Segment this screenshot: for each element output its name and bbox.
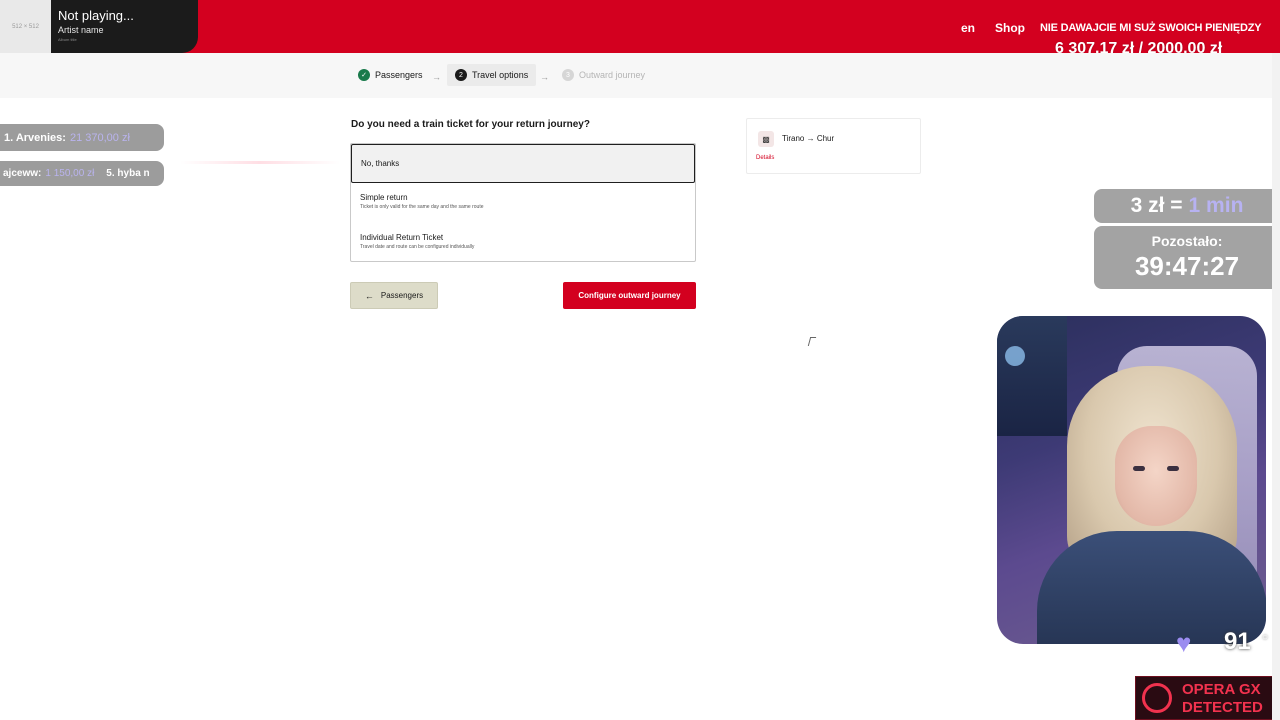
return-journey-question: Do you need a train ticket for your retu… (351, 119, 590, 130)
option-no-thanks[interactable]: No, thanks (351, 144, 695, 183)
language-switch[interactable]: en (961, 21, 975, 35)
opera-gx-badge: OPERA GX DETECTED (1135, 676, 1280, 720)
step-number: 2 (455, 69, 467, 81)
shop-link[interactable]: Shop (995, 21, 1025, 35)
opera-line-1: OPERA GX (1182, 681, 1261, 698)
return-options-list: No, thanks Simple return Ticket is only … (350, 143, 696, 262)
opera-line-2: DETECTED (1182, 699, 1263, 716)
back-button-label: Passengers (380, 291, 424, 300)
step-label: Travel options (472, 70, 529, 80)
leaderboard-amount: 21 370,00 zł (69, 131, 130, 144)
track-album: Album title (58, 37, 77, 42)
step-label: Outward journey (579, 70, 646, 80)
track-title: Not playing... (58, 8, 134, 23)
rate-time: 1 min (1188, 194, 1244, 217)
step-passengers[interactable]: ✓ Passengers (358, 64, 423, 86)
heart-rate-icon: ♥ (1176, 628, 1192, 658)
page-scrollbar[interactable] (1272, 53, 1280, 720)
decorative-line (180, 161, 340, 164)
streamer-eye (1133, 466, 1145, 471)
step-label: Passengers (375, 70, 423, 80)
streamer-eye (1167, 466, 1179, 471)
webcam-feed (997, 316, 1266, 644)
journey-summary-card: ▩ Tirano → Chur Details (746, 118, 921, 174)
train-icon: ▩ (758, 131, 774, 147)
details-link[interactable]: Details (756, 155, 774, 161)
timer-label: Pozostało: (1151, 233, 1223, 249)
heart-rate-value: 91 (1224, 628, 1251, 655)
background-light (1005, 346, 1025, 366)
track-artist: Artist name (58, 25, 104, 35)
option-individual-return[interactable]: Individual Return Ticket Travel date and… (360, 233, 474, 250)
step-travel-options[interactable]: 2 Travel options (447, 64, 537, 86)
step-arrow-icon: → (540, 72, 549, 82)
now-playing-widget: 512 × 512 Not playing... Artist name Alb… (0, 0, 198, 53)
streamer-face (1115, 426, 1197, 526)
booking-stepper: ✓ Passengers → 2 Travel options → 3 Outw… (0, 53, 1272, 98)
option-description: Ticket is only valid for the same day an… (360, 204, 484, 210)
option-label: Individual Return Ticket (360, 233, 444, 242)
opera-logo-icon (1142, 683, 1172, 713)
leaderboard-name: 1. Arvenies: (4, 131, 66, 144)
leaderboard-name: ajceww: (3, 168, 42, 179)
step-number: 3 (562, 69, 574, 81)
leaderboard-next-name: 5. hyba n (106, 168, 150, 179)
leaderboard-entry-2: ajceww: 1 150,00 zł 5. hyba n (0, 161, 164, 186)
album-art: 512 × 512 (0, 0, 51, 53)
background-shelf (997, 316, 1067, 436)
leaderboard-entry-1: 1. Arvenies: 21 370,00 zł (0, 124, 164, 151)
option-simple-return[interactable]: Simple return Ticket is only valid for t… (360, 193, 484, 210)
route-label: Tirano → Chur (782, 134, 835, 143)
subathon-timer: Pozostało: 39:47:27 (1094, 226, 1280, 289)
step-complete-icon: ✓ (358, 69, 370, 81)
heart-rate-badge-icon: ○ (1262, 632, 1269, 643)
rate-price: 3 zł = (1130, 194, 1183, 217)
option-label: Simple return (360, 193, 408, 202)
step-outward-journey: 3 Outward journey (562, 64, 645, 86)
mouse-cursor-icon (807, 337, 817, 346)
step-arrow-icon: → (432, 72, 441, 82)
option-description: Travel date and route can be configured … (360, 244, 475, 250)
arrow-left-icon: ← (364, 290, 374, 301)
option-label: No, thanks (361, 159, 400, 168)
back-to-passengers-button[interactable]: ← Passengers (350, 282, 438, 309)
configure-outward-journey-button[interactable]: Configure outward journey (563, 282, 696, 309)
timer-value: 39:47:27 (1134, 251, 1240, 281)
leaderboard-amount: 1 150,00 zł (45, 168, 95, 179)
stream-donate-text: NIE DAWAJCIE MI SUŻ SWOICH PIENIĘDZY (1040, 22, 1262, 34)
subathon-rate: 3 zł = 1 min (1094, 189, 1280, 223)
